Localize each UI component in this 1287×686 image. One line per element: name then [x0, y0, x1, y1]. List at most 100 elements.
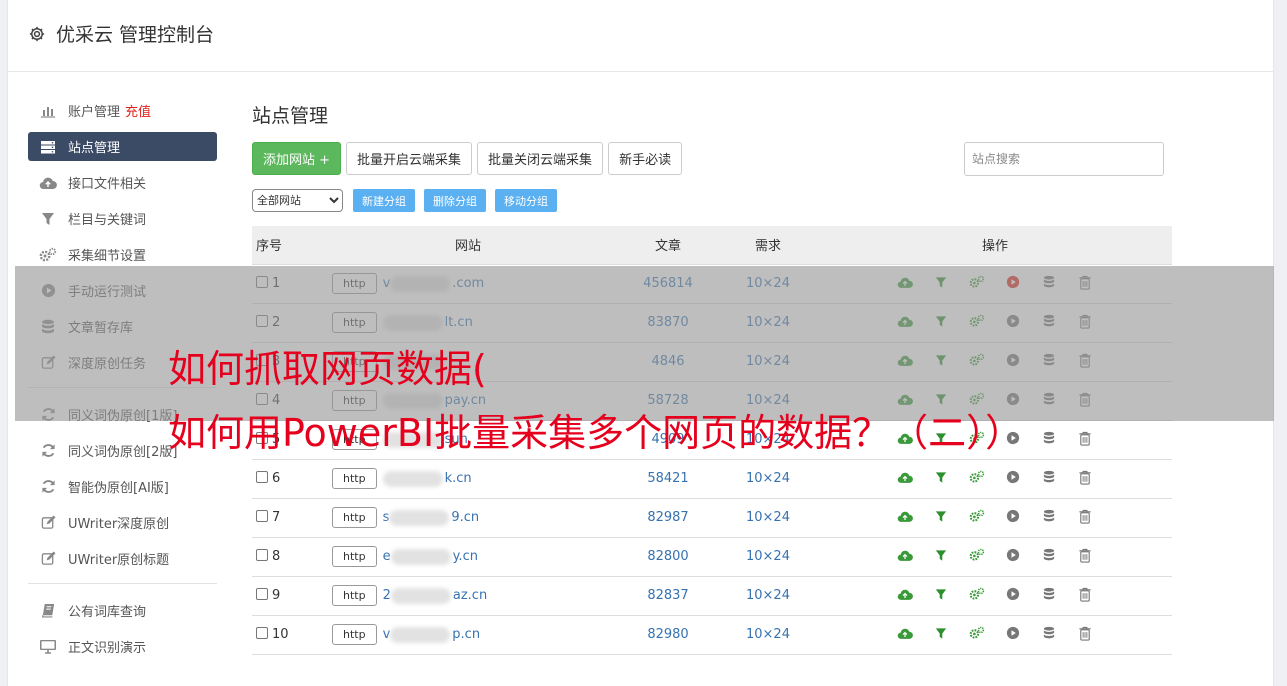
domain-suffix: 9.cn	[451, 510, 480, 525]
beginner-guide-button[interactable]: 新手必读	[608, 142, 683, 175]
domain-prefix: v	[382, 627, 391, 642]
row-index: 9	[272, 588, 281, 603]
filter-icon[interactable]	[933, 469, 949, 485]
site-domain-link[interactable]: v p.cn	[382, 626, 480, 643]
play-circle-icon[interactable]	[1005, 508, 1021, 524]
header-site: 网站	[318, 226, 618, 264]
sidebar-item-a-4[interactable]: 采集细节设置	[28, 240, 217, 269]
trash-icon[interactable]	[1077, 469, 1093, 485]
gears-icon[interactable]	[969, 547, 985, 563]
sidebar-item-a-1[interactable]: 站点管理	[28, 132, 217, 161]
add-site-button[interactable]: 添加网站 +	[252, 142, 342, 175]
sidebar-item-label: 接口文件相关	[68, 177, 147, 192]
database-icon[interactable]	[1041, 430, 1057, 446]
filter-icon[interactable]	[933, 547, 949, 563]
play-circle-icon[interactable]	[1005, 469, 1021, 485]
article-count[interactable]: 82837	[618, 575, 718, 615]
sidebar-item-label: 站点管理	[68, 141, 121, 156]
gears-icon[interactable]	[969, 625, 985, 641]
move-group-button[interactable]: 移动分组	[495, 189, 557, 212]
database-icon[interactable]	[1041, 625, 1057, 641]
sidebar-item-b-3[interactable]: UWriter深度原创	[28, 508, 217, 537]
filter-icon[interactable]	[933, 625, 949, 641]
site-domain-link[interactable]: s 9.cn	[383, 509, 480, 526]
group-select[interactable]: 全部网站	[252, 189, 343, 212]
row-site-cell: http s 9.cn	[318, 497, 618, 537]
gears-icon[interactable]	[969, 586, 985, 602]
database-icon[interactable]	[1041, 469, 1057, 485]
overlay-headline-1: 如何抓取网页数据(	[168, 347, 487, 391]
sidebar-item-a-0[interactable]: 账户管理 充值	[28, 96, 217, 125]
sidebar-item-label: 公有词库查询	[68, 605, 147, 620]
sidebar-item-c-0[interactable]: 公有词库查询	[28, 596, 217, 625]
new-group-button[interactable]: 新建分组	[353, 189, 415, 212]
demand-value[interactable]: 10×24	[718, 575, 818, 615]
trash-icon[interactable]	[1077, 508, 1093, 524]
gears-icon[interactable]	[969, 469, 985, 485]
brand: 优采云 管理控制台	[28, 20, 214, 47]
batch-disable-cloud-button[interactable]: 批量关闭云端采集	[477, 142, 604, 175]
trash-icon[interactable]	[1077, 586, 1093, 602]
row-checkbox[interactable]	[256, 588, 268, 600]
row-checkbox[interactable]	[256, 549, 268, 561]
trash-icon[interactable]	[1077, 625, 1093, 641]
trash-icon[interactable]	[1077, 547, 1093, 563]
trash-icon[interactable]	[1077, 430, 1093, 446]
sidebar-item-c-1[interactable]: 正文识别演示	[28, 632, 217, 661]
sidebar-item-a-2[interactable]: 接口文件相关	[28, 168, 217, 197]
row-checkbox[interactable]	[256, 627, 268, 639]
edit-icon	[39, 515, 57, 531]
play-circle-icon[interactable]	[1005, 547, 1021, 563]
article-count[interactable]: 82980	[618, 614, 718, 655]
protocol-badge: http	[332, 585, 377, 606]
batch-enable-cloud-button[interactable]: 批量开启云端采集	[346, 142, 473, 175]
row-checkbox[interactable]	[256, 471, 268, 483]
cloud-upload-icon	[39, 175, 57, 191]
sidebar-item-b-2[interactable]: 智能伪原创[AI版]	[28, 472, 217, 501]
cloud-upload-icon[interactable]	[897, 469, 913, 485]
site-domain-link[interactable]: 2 az.cn	[383, 587, 487, 604]
article-count[interactable]: 82987	[618, 497, 718, 537]
filter-icon[interactable]	[933, 508, 949, 524]
sidebar-divider	[28, 583, 217, 584]
row-index-cell: 6	[252, 458, 318, 498]
sidebar-item-b-4[interactable]: UWriter原创标题	[28, 544, 217, 573]
demand-value[interactable]: 10×24	[718, 614, 818, 655]
play-circle-icon[interactable]	[1005, 625, 1021, 641]
site-domain-link[interactable]: k.cn	[382, 470, 472, 487]
site-domain-link[interactable]: e y.cn	[383, 548, 478, 565]
cloud-upload-icon[interactable]	[897, 508, 913, 524]
monitor-icon	[39, 639, 57, 655]
cloud-upload-icon[interactable]	[897, 586, 913, 602]
delete-group-button[interactable]: 删除分组	[424, 189, 486, 212]
database-icon[interactable]	[1041, 547, 1057, 563]
row-site-cell: http v p.cn	[318, 614, 618, 655]
demand-value[interactable]: 10×24	[718, 536, 818, 576]
cloud-upload-icon[interactable]	[897, 547, 913, 563]
gears-icon[interactable]	[969, 508, 985, 524]
cloud-upload-icon[interactable]	[897, 625, 913, 641]
domain-redaction	[382, 470, 443, 487]
row-index: 8	[272, 549, 281, 564]
table-row: 6 http k.cn 58421 10×24	[252, 458, 1172, 498]
sidebar-item-label: 同义词伪原创[2版]	[68, 445, 178, 460]
domain-suffix: k.cn	[444, 471, 472, 486]
row-checkbox[interactable]	[256, 510, 268, 522]
article-count[interactable]: 58421	[618, 458, 718, 498]
site-search-input[interactable]	[964, 142, 1164, 176]
filter-icon[interactable]	[933, 586, 949, 602]
recharge-link[interactable]: 充值	[125, 101, 151, 120]
domain-redaction	[390, 626, 451, 643]
row-ops-cell	[818, 458, 1172, 498]
bar-chart-icon	[39, 103, 57, 119]
edit-icon	[39, 551, 57, 567]
demand-value[interactable]: 10×24	[718, 497, 818, 537]
database-icon[interactable]	[1041, 508, 1057, 524]
domain-suffix: y.cn	[452, 549, 478, 564]
sidebar-item-a-3[interactable]: 栏目与关键词	[28, 204, 217, 233]
play-circle-icon[interactable]	[1005, 586, 1021, 602]
row-site-cell: http e y.cn	[318, 536, 618, 576]
article-count[interactable]: 82800	[618, 536, 718, 576]
database-icon[interactable]	[1041, 586, 1057, 602]
demand-value[interactable]: 10×24	[718, 458, 818, 498]
